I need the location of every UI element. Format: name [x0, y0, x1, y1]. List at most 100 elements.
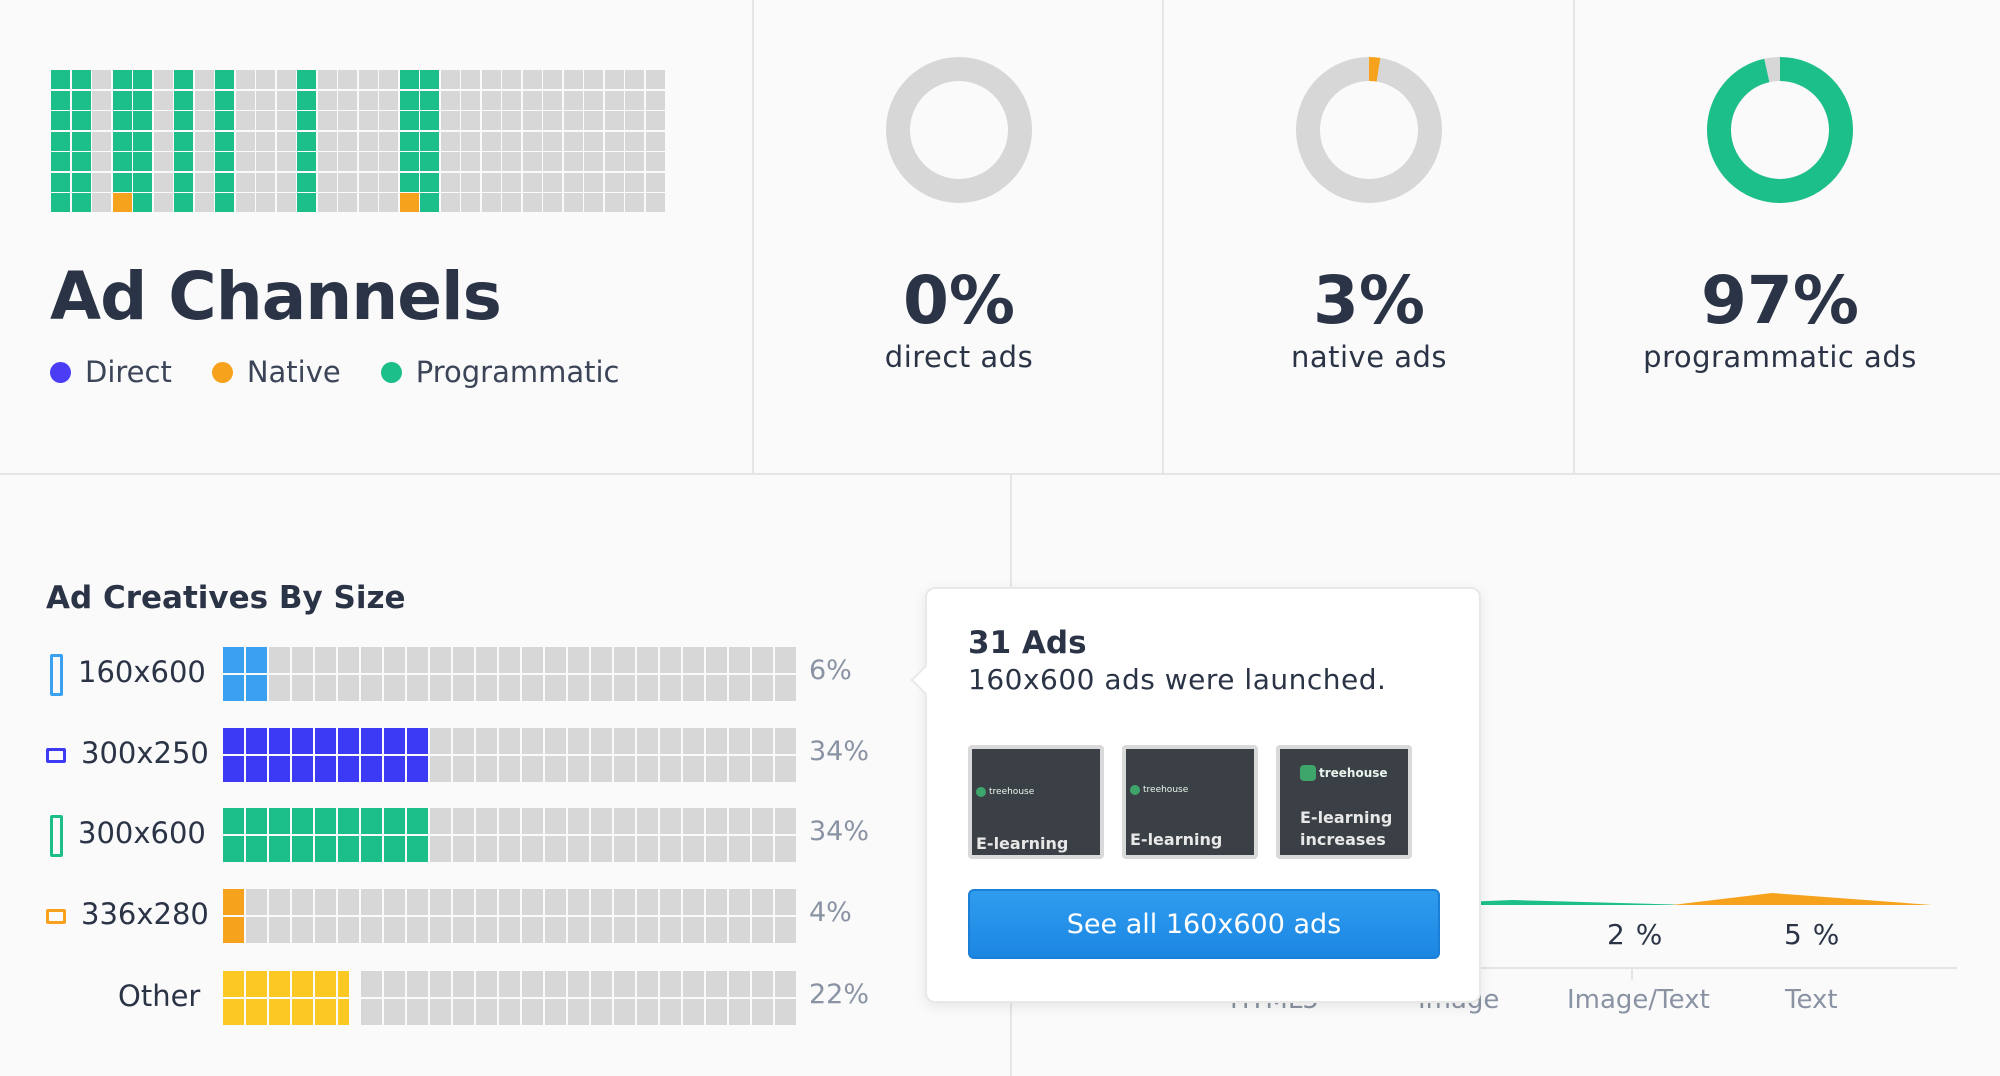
size-tooltip: 31 Ads 160x600 ads were launched. treeho…: [910, 587, 1481, 1003]
bar-cell: [453, 999, 474, 1025]
bar-cell: [430, 971, 451, 997]
bar-cell: [269, 889, 290, 915]
waffle-cell: [584, 90, 603, 110]
waffle-cell: [235, 70, 255, 89]
bar-cell: [499, 889, 520, 915]
bar-cell: [660, 999, 681, 1025]
waffle-cell: [256, 152, 275, 171]
size-row-300x250[interactable]: 300x250 34%: [44, 728, 884, 784]
bar-cell: [752, 728, 773, 754]
size-bar: [223, 647, 798, 703]
bar-cell: [361, 971, 382, 997]
stat-direct: 0% direct ads: [754, 0, 1164, 474]
bar-cell: [269, 999, 290, 1025]
bar-cell: [568, 836, 589, 862]
bar-cell: [292, 999, 313, 1025]
waffle-cell: [399, 111, 419, 130]
bar-cell: [246, 647, 267, 673]
bar-cell: [499, 999, 520, 1025]
waffle-cell: [112, 172, 132, 192]
waffle-cell: [235, 172, 255, 192]
bar-cell: [775, 889, 796, 915]
bar-cell: [476, 808, 497, 834]
bar-cell: [223, 808, 244, 834]
bar-cell: [591, 647, 612, 673]
waffle-cell: [481, 193, 501, 212]
waffle-cell: [522, 193, 542, 212]
ad-thumbnail[interactable]: treehouse E-learning increases: [1276, 745, 1412, 859]
waffle-cell: [461, 172, 480, 192]
donut-track: [886, 57, 1032, 203]
waffle-cell: [563, 111, 583, 130]
bar-cell: [338, 647, 359, 673]
waffle-cell: [235, 152, 255, 171]
bar-cell: [706, 889, 727, 915]
bar-cell: [292, 889, 313, 915]
waffle-cell: [133, 90, 152, 110]
bar-cell: [361, 889, 382, 915]
bar-cell: [453, 889, 474, 915]
bar-cell: [614, 836, 635, 862]
bar-cell: [706, 971, 727, 997]
ad-thumbnail[interactable]: treehouse E-learning: [968, 745, 1104, 859]
bar-cell: [637, 836, 658, 862]
waffle-cell: [358, 90, 378, 110]
bar-cell: [499, 756, 520, 782]
waffle-cell: [358, 193, 378, 212]
waffle-cell: [297, 152, 316, 171]
size-row-300x600[interactable]: 300x600 34%: [44, 808, 884, 864]
bar-cell: [246, 756, 267, 782]
waffle-cell: [215, 111, 234, 130]
size-label: 336x280: [81, 897, 209, 931]
stat-label: native ads: [1290, 340, 1448, 374]
waffle-cell: [399, 152, 419, 171]
thumbnail-caption: E-learning: [1130, 830, 1223, 849]
bar-cell: [476, 728, 497, 754]
bar-cell: [338, 971, 349, 997]
stat-programmatic: 97% programmatic ads: [1575, 0, 1985, 474]
bar-cell: [660, 675, 681, 701]
waffle-cell: [481, 152, 501, 171]
bar-cell: [591, 808, 612, 834]
waffle-cell: [92, 111, 111, 130]
bar-cell: [499, 675, 520, 701]
bar-cell: [660, 808, 681, 834]
bar-cell: [315, 836, 336, 862]
bar-cell: [706, 999, 727, 1025]
bar-cell: [384, 971, 405, 997]
bar-cell: [453, 971, 474, 997]
waffle-cell: [71, 152, 91, 171]
waffle-cell: [440, 131, 460, 151]
bar-cell: [614, 889, 635, 915]
waffle-cell: [379, 172, 398, 192]
waffle-cell: [235, 131, 255, 151]
waffle-cell: [604, 131, 624, 151]
bar-cell: [315, 647, 336, 673]
size-row-160x600[interactable]: 160x600 6%: [44, 647, 884, 703]
bar-cell: [729, 756, 750, 782]
size-percent: 6%: [809, 655, 852, 686]
waffle-cell: [297, 90, 316, 110]
bar-cell: [660, 647, 681, 673]
size-row-other[interactable]: Other 22%: [44, 971, 884, 1027]
size-label: 300x600: [78, 816, 206, 850]
see-all-ads-button[interactable]: See all 160x600 ads: [968, 889, 1440, 959]
waffle-cell: [317, 90, 337, 110]
waffle-cell: [338, 172, 357, 192]
bar-cell: [729, 808, 750, 834]
waffle-cell: [153, 70, 173, 89]
legend-direct: Direct: [50, 355, 172, 389]
waffle-cell: [625, 70, 644, 89]
waffle-cell: [420, 193, 439, 212]
bar-cell: [660, 728, 681, 754]
ad-thumbnail[interactable]: treehouse E-learning: [1122, 745, 1258, 859]
bar-cell: [775, 756, 796, 782]
bar-cell: [545, 999, 566, 1025]
waffle-cell: [522, 172, 542, 192]
waffle-cell: [153, 193, 173, 212]
waffle-cell: [543, 172, 562, 192]
waffle-cell: [440, 111, 460, 130]
waffle-cell: [604, 90, 624, 110]
bar-cell: [453, 756, 474, 782]
size-row-336x280[interactable]: 336x280 4%: [44, 889, 884, 945]
